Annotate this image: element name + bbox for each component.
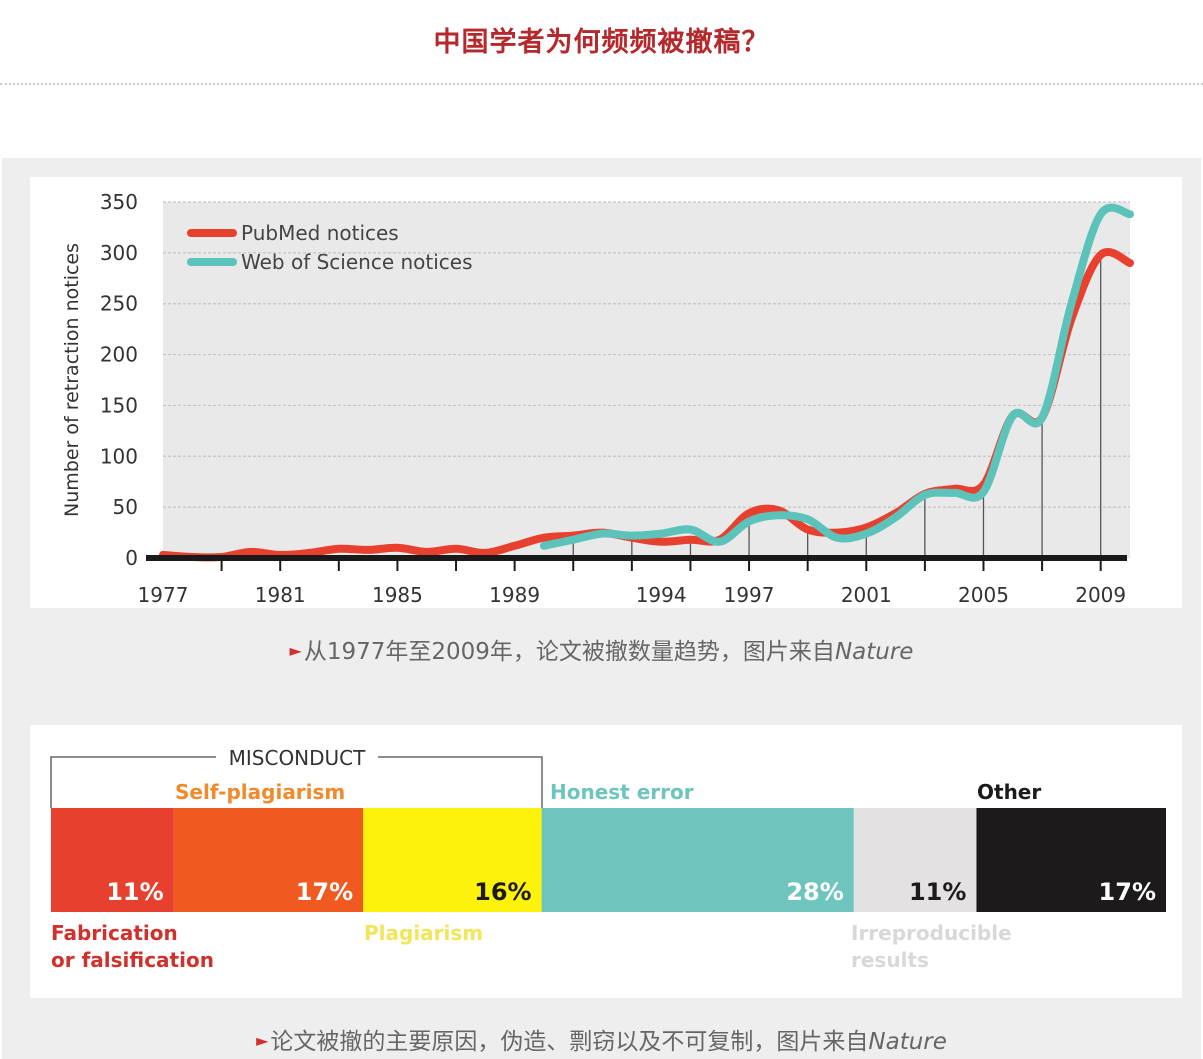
y-tick-label: 200 [100, 343, 138, 367]
caption-bullet-icon: ► [256, 1031, 269, 1050]
y-tick-label: 250 [100, 292, 138, 316]
caption-bullet-icon: ► [289, 641, 302, 660]
x-tick-label: 2009 [1075, 583, 1126, 607]
x-tick-label: 2001 [841, 583, 892, 607]
y-tick-label: 50 [113, 495, 138, 519]
bar-chart-card: MISCONDUCT 11% 17% 16% 28% 11% 17% Self-plagi… [30, 725, 1182, 998]
y-axis-title: Number of retraction notices [61, 243, 83, 517]
y-tick-label: 0 [125, 546, 138, 570]
y-tick-label: 300 [100, 241, 138, 265]
y-tick-label: 350 [100, 190, 138, 214]
x-tick-label: 1977 [138, 583, 189, 607]
label-plagiarism: Plagiarism [364, 921, 483, 945]
caption-text: 从1977年至2009年，论文被撤数量趋势，图片来自 [303, 639, 835, 665]
retraction-reasons-chart: MISCONDUCT 11% 17% 16% 28% 11% 17% Self-plagi… [50, 746, 1166, 972]
caption-source: Nature [834, 639, 914, 665]
bar-plagiarism-value: 16% [474, 878, 531, 906]
bar-segments: 11% 17% 16% 28% 11% 17% [51, 808, 1166, 912]
y-tick-label: 150 [100, 393, 138, 417]
misconduct-label: MISCONDUCT [229, 746, 367, 770]
x-tick-label: 1997 [724, 583, 775, 607]
y-tick-labels: 0 50 100 150 200 250 300 350 [100, 190, 138, 570]
x-tick-label: 2005 [958, 583, 1009, 607]
x-tick-labels: 1977 1981 1985 1989 1994 1997 2001 2005 2009 [138, 583, 1127, 607]
caption-source: Nature [868, 1029, 947, 1055]
page-title: 中国学者为何频频被撤稿？ [433, 27, 770, 58]
label-other: Other [977, 780, 1041, 804]
label-self-plagiarism: Self-plagiarism [175, 780, 345, 804]
y-tick-label: 100 [100, 444, 138, 468]
retraction-trend-chart: 050100150200250300350 1977 1981 1985 1989 19… [61, 190, 1134, 607]
x-tick-label: 1981 [255, 583, 306, 607]
label-fabrication-line2: or falsification [51, 948, 214, 972]
label-irreproducible-line1: Irreproducible [851, 921, 1012, 945]
dotted-divider [0, 80, 1203, 85]
bar-honest-error-value: 28% [786, 878, 843, 906]
legend-label-wos: Web of Science notices [241, 250, 473, 274]
caption-line-chart: ►从1977年至2009年，论文被撤数量趋势，图片来自Nature [0, 632, 1203, 666]
label-fabrication-line1: Fabrication [51, 921, 178, 945]
caption-bar-chart: ►论文被撤的主要原因，伪造、剽窃以及不可复制，图片来自Nature [0, 1022, 1203, 1056]
x-tick-label: 1994 [636, 583, 687, 607]
page-header: 中国学者为何频频被撤稿？ [0, 0, 1203, 85]
x-tick-label: 1985 [372, 583, 423, 607]
legend-label-pubmed: PubMed notices [241, 221, 399, 245]
caption-text: 论文被撤的主要原因，伪造、剽窃以及不可复制，图片来自 [270, 1029, 869, 1055]
line-chart-card: 0 50 100 150 200 250 300 350 1977 1981 1985 1989 19… [30, 177, 1182, 608]
label-honest-error: Honest error [550, 780, 694, 804]
bar-fabrication-value: 11% [106, 878, 163, 906]
bar-irreproducible-value: 11% [909, 878, 966, 906]
bracket-right [378, 756, 543, 808]
label-irreproducible-line2: results [851, 948, 929, 972]
x-tick-label: 1989 [489, 583, 540, 607]
bar-self-plagiarism-value: 17% [296, 878, 353, 906]
bar-other-value: 17% [1099, 878, 1156, 906]
